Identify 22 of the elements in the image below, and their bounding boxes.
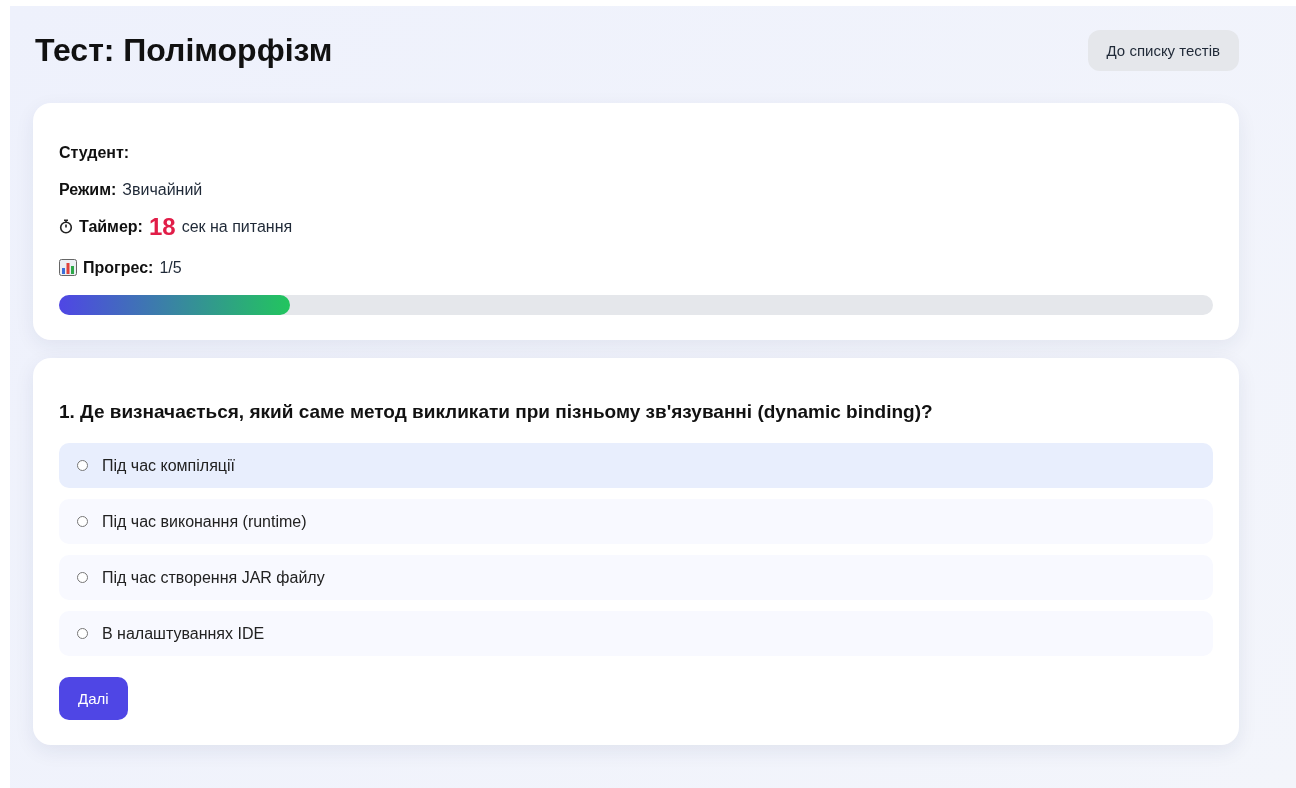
question-text: 1. Де визначається, який саме метод викликати при пізньому зв'язуванні (dynamic binding)? [59, 401, 934, 423]
bar-chart-icon [59, 259, 77, 276]
answer-option[interactable]: Під час компіляції [59, 443, 1213, 488]
stopwatch-icon [59, 219, 73, 234]
radio-button[interactable] [77, 516, 88, 527]
info-value: 1/5 [159, 258, 182, 277]
info-label: Таймер: [79, 217, 143, 236]
page-title: Тест: Поліморфізм [35, 32, 333, 69]
timer-value: 18 [148, 212, 176, 241]
info-label: Прогрес: [83, 258, 154, 277]
radio-button[interactable] [77, 460, 88, 471]
timer-unit: сек на питання [181, 217, 293, 236]
next-button[interactable]: Далі [59, 677, 128, 720]
info-label: Режим: [59, 180, 117, 199]
radio-button[interactable] [77, 628, 88, 639]
back-to-tests-button[interactable]: До списку тестів [1087, 30, 1239, 71]
info-value: Звичайний [122, 180, 203, 199]
answer-option[interactable]: Під час створення JAR файлу [59, 555, 1213, 600]
answer-option[interactable]: Під час виконання (runtime) [59, 499, 1213, 544]
radio-button[interactable] [77, 572, 88, 583]
answer-option[interactable]: В налаштуваннях IDE [59, 611, 1213, 656]
info-label: Студент: [59, 143, 130, 162]
